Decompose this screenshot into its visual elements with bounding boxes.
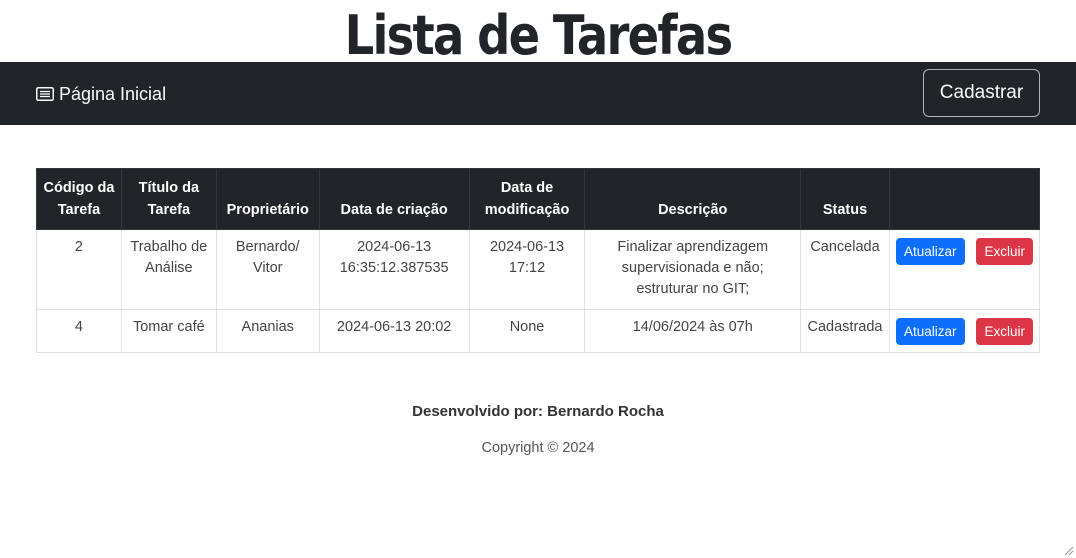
navbar: Página Inicial Cadastrar [0,62,1076,125]
cell-titulo: Trabalho de Análise [120,229,217,310]
cell-actions: Atualizar Excluir [888,309,1041,353]
delete-button[interactable]: Excluir [976,238,1033,265]
header-modificacao: Data de modificação [468,168,586,230]
list-icon [36,87,54,101]
cell-status: Cadastrada [800,309,890,353]
cell-descricao: Finalizar aprendizagem supervisionada e … [584,229,801,310]
table-row: 2 Trabalho de Análise Bernardo/ Vitor 20… [36,229,1041,310]
page-title: Lista de Tarefas [344,4,734,62]
footer-copyright: Copyright © 2024 [481,440,595,456]
header-criacao: Data de criação [318,168,470,230]
cell-criacao: 2024-06-13 16:35:12.387535 [318,229,470,310]
cell-modificacao: None [468,309,586,353]
update-button[interactable]: Atualizar [895,318,965,345]
cell-titulo: Tomar café [120,309,217,353]
table-row: 4 Tomar café Ananias 2024-06-13 20:02 No… [36,309,1041,353]
header-titulo: Título da Tarefa [120,168,217,230]
cell-codigo: 4 [36,309,122,353]
header-proprietario: Proprietário [215,168,320,230]
header-codigo: Código da Tarefa [36,168,122,230]
header-actions [888,168,1041,230]
header-status: Status [800,168,890,230]
cell-codigo: 2 [36,229,122,310]
cell-actions: Atualizar Excluir [888,229,1041,310]
cell-proprietario: Bernardo/ Vitor [215,229,320,310]
cell-criacao: 2024-06-13 20:02 [318,309,470,353]
tasks-table: Código da Tarefa Título da Tarefa Propri… [36,168,1041,353]
update-button[interactable]: Atualizar [895,238,965,265]
table-header-row: Código da Tarefa Título da Tarefa Propri… [36,168,1041,230]
cell-status: Cancelada [800,229,890,310]
header-descricao: Descrição [584,168,801,230]
footer-developer: Desenvolvido por: Bernardo Rocha [412,403,664,420]
resize-grip-icon[interactable] [1062,544,1074,556]
cell-proprietario: Ananias [215,309,320,353]
nav-home-label: Página Inicial [59,83,167,104]
cell-descricao: 14/06/2024 às 07h [584,309,801,353]
register-button[interactable]: Cadastrar [923,69,1040,117]
delete-button[interactable]: Excluir [976,318,1033,345]
nav-home-link[interactable]: Página Inicial [36,81,166,107]
cell-modificacao: 2024-06-13 17:12 [468,229,586,310]
